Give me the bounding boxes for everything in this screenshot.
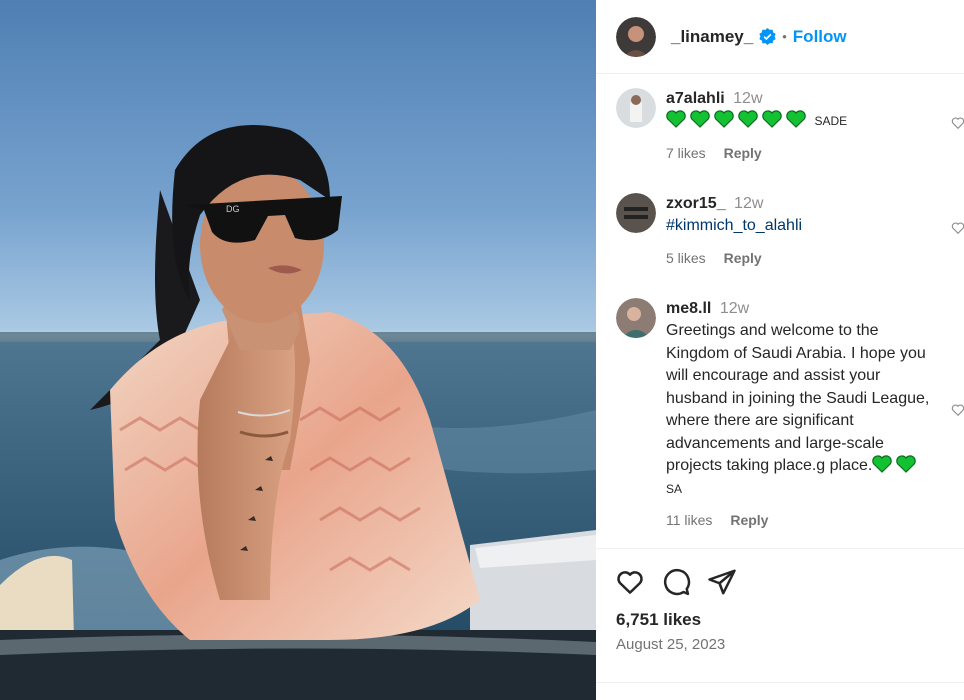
comment-likes[interactable]: 7 likes — [666, 145, 706, 161]
post-date[interactable]: August 25, 2023 — [616, 636, 725, 653]
likes-count[interactable]: 6,751 likes — [616, 610, 701, 630]
green-heart-icon — [714, 110, 734, 128]
green-heart-icon — [786, 110, 806, 128]
commenter-avatar[interactable] — [616, 298, 656, 338]
green-heart-icon — [666, 110, 686, 128]
comment-text: Greetings and welcome to the Kingdom of … — [666, 320, 944, 500]
small-heart-icon[interactable] — [951, 116, 964, 130]
comment-meta: 5 likes Reply — [666, 250, 944, 266]
heart-icon[interactable] — [615, 567, 645, 597]
comment-suffix: SADE — [814, 114, 848, 128]
comment-time[interactable]: 12w — [734, 195, 763, 212]
green-heart-icon — [896, 455, 917, 473]
comment-username[interactable]: a7alahli — [666, 90, 725, 107]
reply-button[interactable]: Reply — [724, 145, 762, 161]
comment-likes[interactable]: 11 likes — [666, 512, 712, 528]
sunglasses-logo: DG — [226, 204, 240, 214]
green-heart-icon — [738, 110, 758, 128]
reply-button[interactable]: Reply — [730, 512, 768, 528]
comment-username[interactable]: me8.ll — [666, 300, 711, 317]
green-heart-icon — [872, 455, 893, 473]
commenter-avatar[interactable] — [616, 193, 656, 233]
comment-text: SADE — [666, 110, 944, 133]
author-username[interactable]: _linamey_ — [671, 27, 753, 47]
comment-likes[interactable]: 5 likes — [666, 250, 706, 266]
comment-item: zxor15_ 12w #kimmich_to_alahli 5 likes R… — [616, 193, 964, 288]
comment-hashtag-link[interactable]: #kimmich_to_alahli — [666, 215, 944, 238]
author-avatar[interactable] — [616, 16, 656, 57]
comment-meta: 7 likes Reply — [666, 145, 944, 161]
comment-icon[interactable] — [661, 567, 691, 597]
comment-suffix: SA — [666, 481, 683, 496]
verified-badge-icon — [759, 28, 776, 45]
comment-time[interactable]: 12w — [720, 300, 749, 317]
green-heart-icon — [690, 110, 710, 128]
comments-list: a7alahli 12w SADE 7 likes Reply zxor15_ … — [596, 75, 964, 547]
small-heart-icon[interactable] — [951, 403, 964, 417]
green-heart-emojis — [666, 110, 814, 129]
comment-time[interactable]: 12w — [733, 90, 762, 107]
post-actions: 6,751 likes August 25, 2023 — [596, 548, 964, 700]
reply-button[interactable]: Reply — [724, 250, 762, 266]
comment-body: Greetings and welcome to the Kingdom of … — [666, 322, 930, 474]
post-side-panel: _linamey_ • Follow a7alahli 12w SADE 7 l… — [596, 0, 964, 700]
commenter-avatar[interactable] — [616, 88, 656, 128]
comment-username[interactable]: zxor15_ — [666, 195, 726, 212]
comment-item: a7alahli 12w SADE 7 likes Reply — [616, 88, 964, 183]
small-heart-icon[interactable] — [951, 221, 964, 235]
post-photo-illustration: DG — [0, 125, 596, 700]
comment-meta: 11 likes Reply — [666, 512, 944, 528]
separator-dot: • — [782, 29, 787, 44]
comment-item: me8.ll 12w Greetings and welcome to the … — [616, 298, 964, 538]
green-heart-icon — [762, 110, 782, 128]
post-header: _linamey_ • Follow — [596, 0, 964, 74]
post-photo: DG — [0, 0, 596, 700]
divider — [596, 682, 964, 683]
follow-button[interactable]: Follow — [793, 27, 847, 47]
share-icon[interactable] — [707, 567, 737, 597]
